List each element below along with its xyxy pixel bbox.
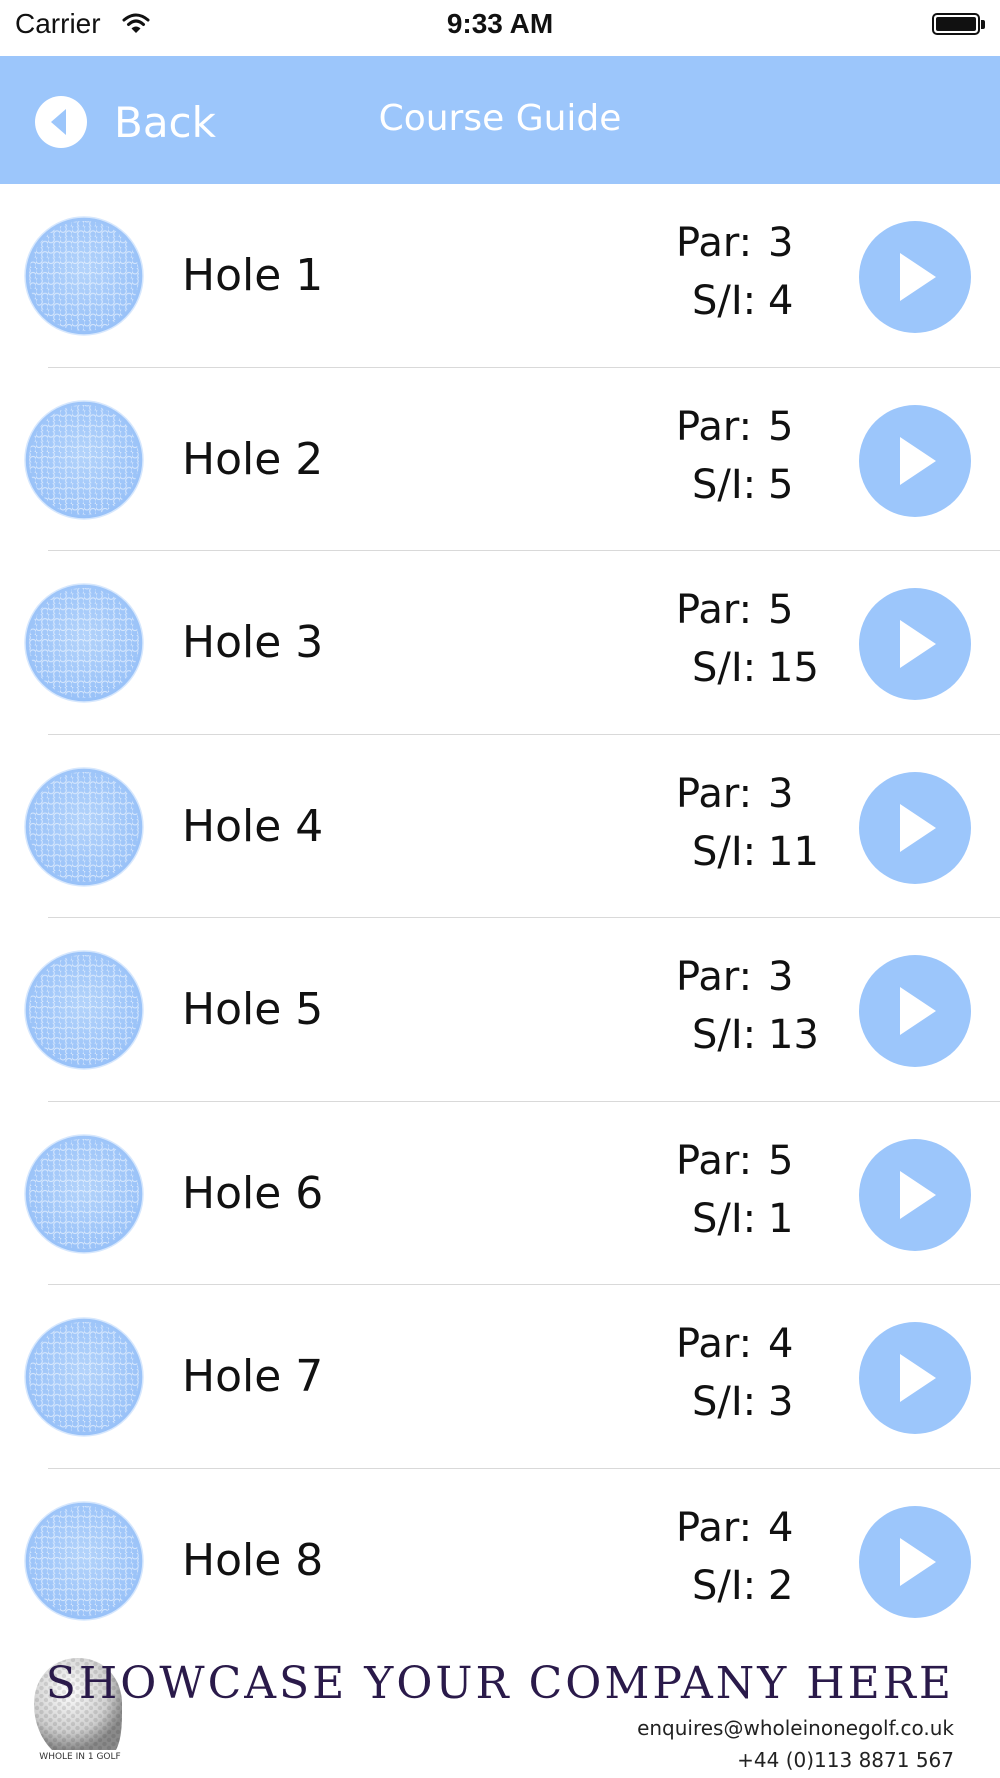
play-icon[interactable] xyxy=(858,1138,972,1252)
golf-ball-icon xyxy=(24,766,144,887)
footer-advert[interactable]: WHOLE IN 1 GOLF SHOWCASE YOUR COMPANY HE… xyxy=(0,1640,1000,1778)
hole-name: Hole 5 xyxy=(182,984,324,1035)
par-value: 5 xyxy=(768,403,794,450)
golf-ball-icon xyxy=(24,216,144,336)
stroke-index-label: S/I: xyxy=(692,1379,757,1425)
stroke-index-value: 2 xyxy=(768,1562,794,1609)
play-icon[interactable] xyxy=(858,1505,972,1619)
logo-text: WHOLE IN 1 GOLF xyxy=(39,1752,121,1762)
hole-row[interactable]: Hole 8 Par: 4 S/I: 2 xyxy=(0,1469,1000,1652)
par-value: 5 xyxy=(768,587,794,633)
golf-ball-icon xyxy=(24,1500,144,1621)
status-bar: Carrier 9:33 AM xyxy=(0,0,1000,56)
hole-row[interactable]: Hole 6 Par: 5 S/I: 1 xyxy=(0,1102,1000,1285)
par-value: 3 xyxy=(768,220,794,266)
hole-name: Hole 1 xyxy=(182,250,324,301)
golf-ball-icon xyxy=(24,1133,144,1254)
par-value: 4 xyxy=(768,1321,794,1367)
stroke-index-value: 3 xyxy=(768,1379,794,1425)
stroke-index-value: 15 xyxy=(768,645,819,691)
stroke-index-value: 4 xyxy=(768,278,794,324)
stroke-index-value: 13 xyxy=(768,1012,819,1058)
par-label: Par: xyxy=(676,403,753,450)
golf-ball-icon xyxy=(24,399,144,520)
stroke-index-value: 11 xyxy=(768,828,819,875)
hole-list: Hole 1 Par: 3 S/I: 4 Hole 2 Par: 5 S/I: 5 Hole 3 Pa… xyxy=(0,184,1000,1652)
hole-name: Hole 6 xyxy=(182,1167,324,1219)
par-label: Par: xyxy=(676,1137,753,1184)
par-label: Par: xyxy=(676,770,753,817)
par-value: 3 xyxy=(768,954,794,1000)
hole-row[interactable]: Hole 2 Par: 5 S/I: 5 xyxy=(0,368,1000,551)
golf-ball-icon xyxy=(24,1317,144,1437)
battery-icon xyxy=(932,13,986,37)
stroke-index-label: S/I: xyxy=(692,1195,757,1242)
stroke-index-label: S/I: xyxy=(692,278,757,324)
stroke-index-label: S/I: xyxy=(692,828,757,875)
play-icon[interactable] xyxy=(858,771,972,885)
hole-row[interactable]: Hole 4 Par: 3 S/I: 11 xyxy=(0,735,1000,918)
page-title: Course Guide xyxy=(378,98,622,139)
hole-name: Hole 4 xyxy=(182,800,324,852)
play-icon[interactable] xyxy=(858,954,972,1068)
stroke-index-label: S/I: xyxy=(692,1012,757,1058)
ad-headline: SHOWCASE YOUR COMPANY HERE xyxy=(45,1658,954,1709)
hole-row[interactable]: Hole 3 Par: 5 S/I: 15 xyxy=(0,551,1000,735)
stroke-index-label: S/I: xyxy=(692,645,757,691)
stroke-index-label: S/I: xyxy=(692,461,757,508)
nav-bar: Back Course Guide xyxy=(0,56,1000,184)
par-label: Par: xyxy=(676,954,753,1000)
hole-name: Hole 7 xyxy=(182,1351,324,1402)
par-value: 5 xyxy=(768,1137,794,1184)
par-label: Par: xyxy=(676,1321,753,1367)
stroke-index-value: 1 xyxy=(768,1195,794,1242)
par-value: 3 xyxy=(768,770,794,817)
hole-name: Hole 2 xyxy=(182,433,324,485)
hole-row[interactable]: Hole 1 Par: 3 S/I: 4 xyxy=(0,184,1000,368)
par-value: 4 xyxy=(768,1504,794,1551)
hole-name: Hole 3 xyxy=(182,617,324,668)
play-icon[interactable] xyxy=(858,404,972,518)
hole-row[interactable]: Hole 5 Par: 3 S/I: 13 xyxy=(0,918,1000,1102)
golf-ball-icon xyxy=(24,950,144,1070)
stroke-index-value: 5 xyxy=(768,461,794,508)
par-label: Par: xyxy=(676,220,753,266)
play-icon[interactable] xyxy=(858,587,972,701)
play-icon[interactable] xyxy=(858,220,972,334)
golf-ball-icon xyxy=(24,583,144,703)
stroke-index-label: S/I: xyxy=(692,1562,757,1609)
hole-name: Hole 8 xyxy=(182,1534,324,1586)
play-icon[interactable] xyxy=(858,1321,972,1435)
ad-email: enquires@wholeinonegolf.co.uk xyxy=(637,1716,954,1740)
par-label: Par: xyxy=(676,587,753,633)
ad-phone: +44 (0)113 8871 567 xyxy=(737,1748,954,1772)
hole-row[interactable]: Hole 7 Par: 4 S/I: 3 xyxy=(0,1285,1000,1469)
clock: 9:33 AM xyxy=(446,8,554,39)
par-label: Par: xyxy=(676,1504,753,1551)
